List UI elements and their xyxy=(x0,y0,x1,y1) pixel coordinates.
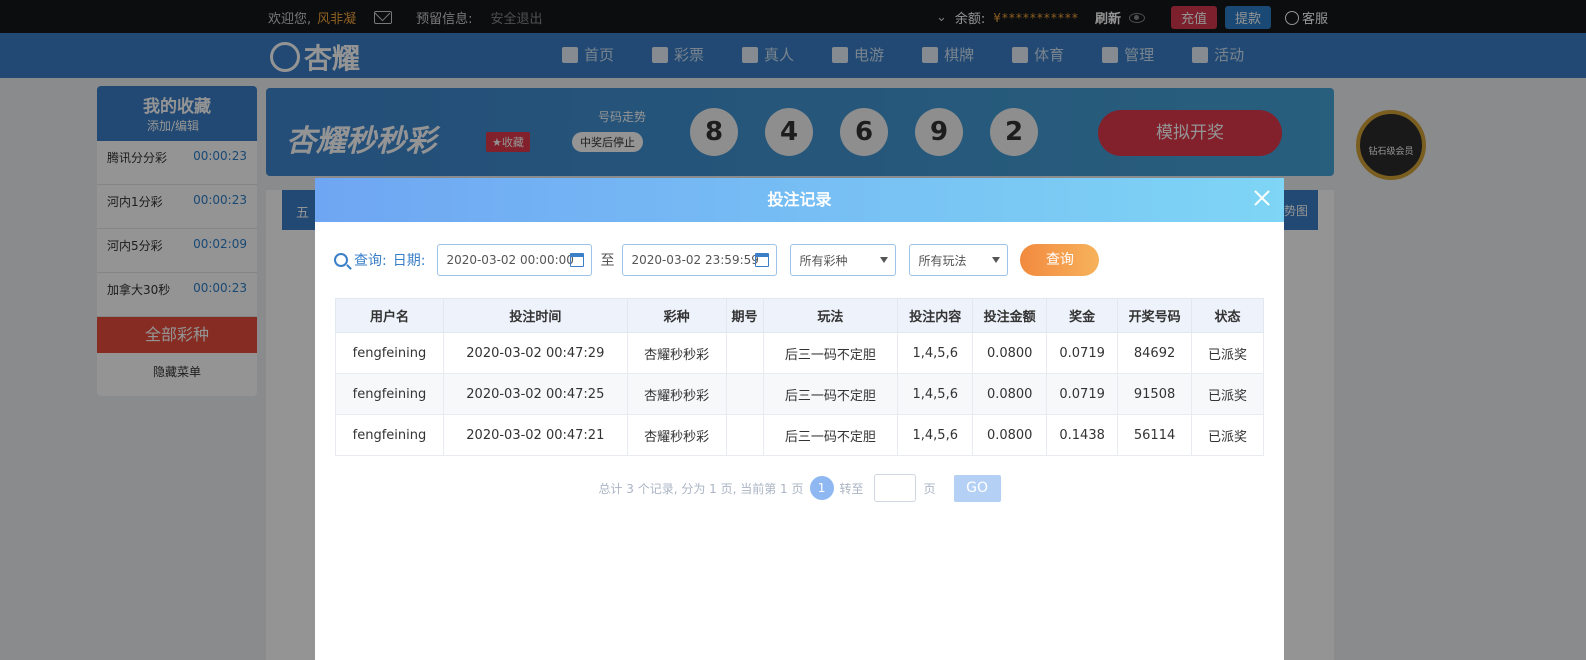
lottery-select[interactable]: 所有彩种 xyxy=(790,244,897,276)
query-bar: 查询: 日期: 2020-03-02 00:00:00 至 2020-03-02… xyxy=(334,244,1100,276)
cell-prize: 0.0719 xyxy=(1046,332,1119,374)
column-header: 用户名 xyxy=(335,298,444,333)
cell-lottery: 杏耀秒秒彩 xyxy=(626,332,727,374)
page-unit-label: 页 xyxy=(923,481,936,496)
play-type-select[interactable]: 所有玩法 xyxy=(909,244,1009,276)
cell-status[interactable]: 已派奖 xyxy=(1191,332,1264,374)
modal-header: 投注记录 xyxy=(315,178,1284,222)
cell-bet-amount: 0.0800 xyxy=(972,414,1048,456)
table-row[interactable]: fengfeining 2020-03-02 00:47:25 杏耀秒秒彩 后三… xyxy=(335,373,1264,415)
query-button[interactable]: 查询 xyxy=(1020,244,1100,276)
cell-issue xyxy=(725,332,764,374)
cell-lottery: 杏耀秒秒彩 xyxy=(626,373,727,415)
cell-play-type: 后三一码不定胆 xyxy=(762,332,899,374)
cell-username: fengfeining xyxy=(335,414,444,456)
cell-draw-number: 84692 xyxy=(1117,332,1193,374)
go-button[interactable]: GO xyxy=(953,474,1001,502)
query-label: 查询: xyxy=(354,253,387,269)
cell-bet-time: 2020-03-02 00:47:25 xyxy=(442,373,628,415)
calendar-icon[interactable] xyxy=(755,253,770,267)
cell-prize: 0.0719 xyxy=(1046,373,1119,415)
column-header: 彩种 xyxy=(626,298,727,333)
column-header: 投注金额 xyxy=(972,298,1048,333)
modal-title: 投注记录 xyxy=(767,190,832,209)
cell-bet-content: 1,4,5,6 xyxy=(897,332,974,374)
cell-bet-amount: 0.0800 xyxy=(972,332,1048,374)
date-label: 日期: xyxy=(392,253,426,269)
column-header: 奖金 xyxy=(1046,298,1119,333)
cell-username: fengfeining xyxy=(335,332,444,374)
column-header: 期号 xyxy=(725,298,764,333)
bet-records-table: 用户名 投注时间 彩种 期号 玩法 投注内容 投注金额 奖金 开奖号码 状态 f… xyxy=(335,298,1264,456)
close-icon[interactable] xyxy=(1252,188,1272,208)
table-header-row: 用户名 投注时间 彩种 期号 玩法 投注内容 投注金额 奖金 开奖号码 状态 xyxy=(335,298,1264,333)
current-page-button[interactable]: 1 xyxy=(809,476,834,500)
column-header: 开奖号码 xyxy=(1117,298,1193,333)
end-date-input[interactable]: 2020-03-02 23:59:59 xyxy=(622,244,778,276)
dropdown-arrow-icon xyxy=(992,257,1001,263)
cell-bet-amount: 0.0800 xyxy=(972,373,1048,415)
start-date-input[interactable]: 2020-03-02 00:00:00 xyxy=(437,244,593,276)
cell-play-type: 后三一码不定胆 xyxy=(762,373,899,415)
column-header: 玩法 xyxy=(762,298,899,333)
table-row[interactable]: fengfeining 2020-03-02 00:47:21 杏耀秒秒彩 后三… xyxy=(335,414,1264,456)
cell-lottery: 杏耀秒秒彩 xyxy=(626,414,727,456)
pagination: 总计 3 个记录, 分为 1 页, 当前第 1 页 1 转至 页 GO xyxy=(315,474,1284,502)
bet-records-modal: 投注记录 查询: 日期: 2020-03-02 00:00:00 至 2020-… xyxy=(315,178,1284,660)
goto-page-input[interactable] xyxy=(873,474,916,502)
calendar-icon[interactable] xyxy=(570,253,585,267)
goto-label: 转至 xyxy=(839,481,864,496)
cell-username: fengfeining xyxy=(335,373,444,415)
cell-bet-content: 1,4,5,6 xyxy=(897,414,974,456)
cell-draw-number: 91508 xyxy=(1117,373,1193,415)
cell-draw-number: 56114 xyxy=(1117,414,1193,456)
cell-issue xyxy=(725,373,764,415)
pagination-summary: 总计 3 个记录, 分为 1 页, 当前第 1 页 xyxy=(598,481,804,496)
cell-play-type: 后三一码不定胆 xyxy=(762,414,899,456)
cell-bet-time: 2020-03-02 00:47:29 xyxy=(442,332,628,374)
play-select-value: 所有玩法 xyxy=(918,253,967,268)
start-date-value: 2020-03-02 00:00:00 xyxy=(446,253,574,267)
cell-status[interactable]: 已派奖 xyxy=(1191,414,1264,456)
column-header: 投注时间 xyxy=(442,298,628,333)
table-row[interactable]: fengfeining 2020-03-02 00:47:29 杏耀秒秒彩 后三… xyxy=(335,332,1264,374)
end-date-value: 2020-03-02 23:59:59 xyxy=(631,253,759,267)
column-header: 投注内容 xyxy=(897,298,974,333)
cell-prize: 0.1438 xyxy=(1046,414,1119,456)
to-label: 至 xyxy=(600,253,615,269)
cell-bet-time: 2020-03-02 00:47:21 xyxy=(442,414,628,456)
dropdown-arrow-icon xyxy=(880,257,889,263)
lottery-select-value: 所有彩种 xyxy=(799,253,848,268)
cell-status[interactable]: 已派奖 xyxy=(1191,373,1264,415)
column-header: 状态 xyxy=(1191,298,1264,333)
cell-issue xyxy=(725,414,764,456)
cell-bet-content: 1,4,5,6 xyxy=(897,373,974,415)
search-icon xyxy=(334,253,348,267)
